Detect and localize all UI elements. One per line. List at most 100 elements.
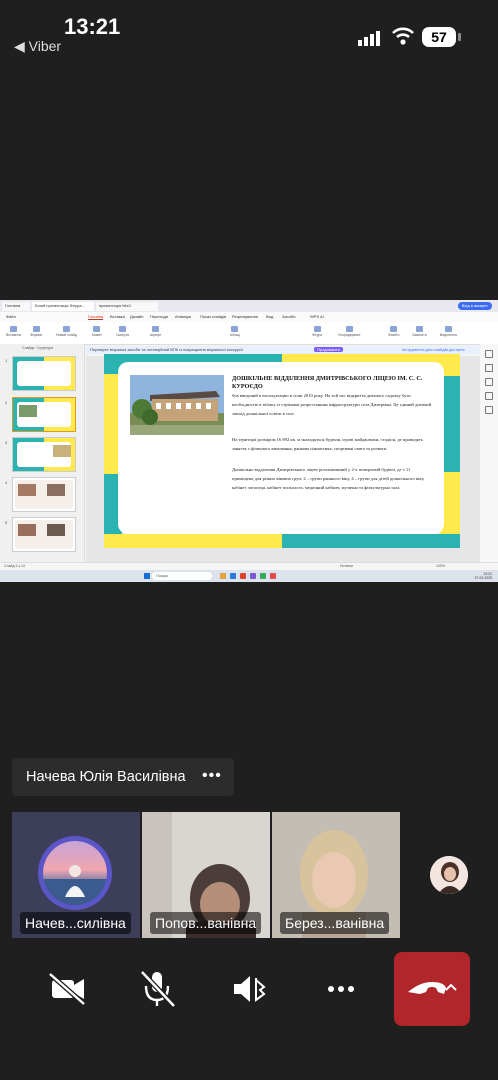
slide-thumb-2[interactable]	[12, 397, 76, 432]
ribbon-label: Скинути	[116, 333, 130, 337]
ribbon-format[interactable]: Формат	[30, 326, 42, 337]
pane-tab-outline[interactable]: Структура	[36, 346, 53, 350]
slide-number: 5	[5, 520, 8, 525]
video-toggle-button[interactable]	[32, 954, 102, 1024]
participant-label: Берез...ванівна	[280, 912, 390, 934]
ribbon-label: Шрифт	[150, 333, 162, 337]
more-options-icon[interactable]: •••	[202, 767, 222, 785]
more-button[interactable]	[306, 954, 376, 1024]
ribbon-label: Абзац	[230, 333, 240, 337]
menu-file[interactable]: Файл	[6, 314, 16, 319]
notice-text: Перевірте візуальні засоби та потенційни…	[90, 347, 243, 352]
presenter-name-pill[interactable]: Начева Юлія Василівна •••	[12, 758, 234, 796]
ribbon-reset[interactable]: Скинути	[116, 326, 129, 337]
ribbon-select[interactable]: Виділення	[440, 326, 457, 337]
self-view-avatar[interactable]	[430, 856, 468, 894]
folder-icon[interactable]	[220, 573, 226, 579]
edge-icon[interactable]	[230, 573, 236, 579]
menu-design[interactable]: Дизайн	[130, 314, 143, 319]
menu-slideshow[interactable]: Показ слайдів	[200, 314, 226, 319]
end-call-button[interactable]	[394, 952, 470, 1026]
slide-thumb-4[interactable]	[12, 477, 76, 512]
slide-thumb-1[interactable]	[12, 356, 76, 391]
system-tray: 13:21 27.02.2025	[474, 572, 492, 580]
ribbon-label: Новий слайд	[56, 333, 77, 337]
ribbon-shapes[interactable]: Фігури	[312, 326, 322, 337]
ribbon-find[interactable]: Знайти	[388, 326, 400, 337]
participant-label: Попов...ванівна	[150, 912, 262, 934]
slide-paragraph-1: був введений в експлуатацію в січні 2010…	[232, 393, 432, 416]
format-icon	[32, 326, 40, 332]
ribbon-new-slide[interactable]: Новий слайд	[56, 326, 77, 337]
slide-number: 2	[5, 400, 8, 405]
notice-button[interactable]: Продовжити	[314, 347, 343, 352]
battery-tip	[458, 33, 461, 41]
menu-wps-ai[interactable]: WPS AI	[310, 314, 324, 319]
ribbon-label: Формат	[30, 333, 43, 337]
ribbon-replace[interactable]: Замінити	[412, 326, 427, 337]
back-to-viber[interactable]: ◀ Viber	[14, 38, 61, 55]
notes-toggle[interactable]: Нотатки	[340, 564, 353, 568]
slide-teal-bottom	[282, 534, 460, 548]
tab-presentation[interactable]: Білий презентація Фігура...	[32, 302, 94, 311]
ribbon: Вставити Формат Новий слайд Макет Скинут…	[0, 322, 498, 345]
wps-icon[interactable]	[240, 573, 246, 579]
notice-link[interactable]: Інструменти для слайдів доступні	[402, 347, 465, 352]
tool-icon[interactable]	[485, 392, 493, 400]
slide-yellow-bottom	[104, 534, 282, 548]
participant-tile[interactable]: Берез...ванівна	[272, 812, 400, 938]
slide-thumb-5[interactable]	[12, 517, 76, 552]
select-icon	[444, 326, 452, 332]
pane-tab-slides[interactable]: Слайди	[22, 346, 34, 350]
windows-taskbar: Пошук 13:21 27.02.2025	[0, 570, 498, 582]
chrome-icon[interactable]	[260, 573, 266, 579]
participant-tile[interactable]: Попов...ванівна	[142, 812, 270, 938]
mic-toggle-button[interactable]	[122, 954, 192, 1024]
ribbon-paragraph[interactable]: Абзац	[230, 326, 240, 337]
tool-icon[interactable]	[485, 350, 493, 358]
participant-tile[interactable]: Начев...силівна	[12, 812, 140, 938]
menu-animation[interactable]: Анімація	[175, 314, 191, 319]
video-off-icon	[48, 972, 86, 1006]
tray-date: 27.02.2025	[474, 576, 492, 580]
new-slide-icon	[62, 326, 70, 332]
slide-thumb-3[interactable]	[12, 437, 76, 472]
app-icon[interactable]	[270, 573, 276, 579]
menu-view[interactable]: Вид	[266, 314, 273, 319]
participant-label: Начев...силівна	[20, 912, 131, 934]
ribbon-paste[interactable]: Вставити	[6, 326, 21, 337]
right-toolbar	[480, 344, 498, 562]
taskbar-search[interactable]: Пошук	[152, 572, 212, 580]
replace-icon	[415, 326, 423, 332]
menu-transitions[interactable]: Переходи	[150, 314, 168, 319]
reset-icon	[119, 326, 127, 332]
shapes-icon	[313, 326, 321, 332]
windows-start-icon[interactable]	[144, 573, 150, 579]
menu-tools[interactable]: Засоби	[282, 314, 295, 319]
ribbon-label: Вставити	[6, 333, 21, 337]
ribbon-label: Макет	[92, 333, 102, 337]
self-avatar-photo	[430, 856, 468, 894]
menu-home[interactable]: Головна	[88, 314, 104, 320]
paste-icon	[9, 326, 17, 332]
tool-icon[interactable]	[485, 378, 493, 386]
tool-icon[interactable]	[485, 364, 493, 372]
menu-review[interactable]: Рецензування	[232, 314, 258, 319]
menu-insert[interactable]: Вставка	[110, 314, 125, 319]
viber-app-icon[interactable]	[250, 573, 256, 579]
login-button[interactable]: Вхід в аккаунт	[457, 302, 492, 310]
slide-counter: Слайд 2 з 14	[4, 564, 25, 568]
chevron-up-icon[interactable]	[444, 980, 458, 994]
clock: 13:21	[64, 14, 121, 39]
tab-presentation-2[interactable]: презентація Mix3	[96, 302, 158, 311]
ribbon-layout[interactable]: Макет	[92, 326, 102, 337]
zoom-level[interactable]: 100%	[436, 564, 445, 568]
tool-icon[interactable]	[485, 406, 493, 414]
pane-tabs: Слайди Структура	[22, 346, 53, 350]
slide-number: 1	[5, 358, 8, 363]
audio-output-button[interactable]	[214, 954, 284, 1024]
slide-number: 3	[5, 440, 8, 445]
ribbon-font[interactable]: Шрифт	[150, 326, 162, 337]
ribbon-arrange[interactable]: Упорядкувати	[338, 326, 360, 337]
tab-home[interactable]: Головна	[2, 302, 30, 311]
